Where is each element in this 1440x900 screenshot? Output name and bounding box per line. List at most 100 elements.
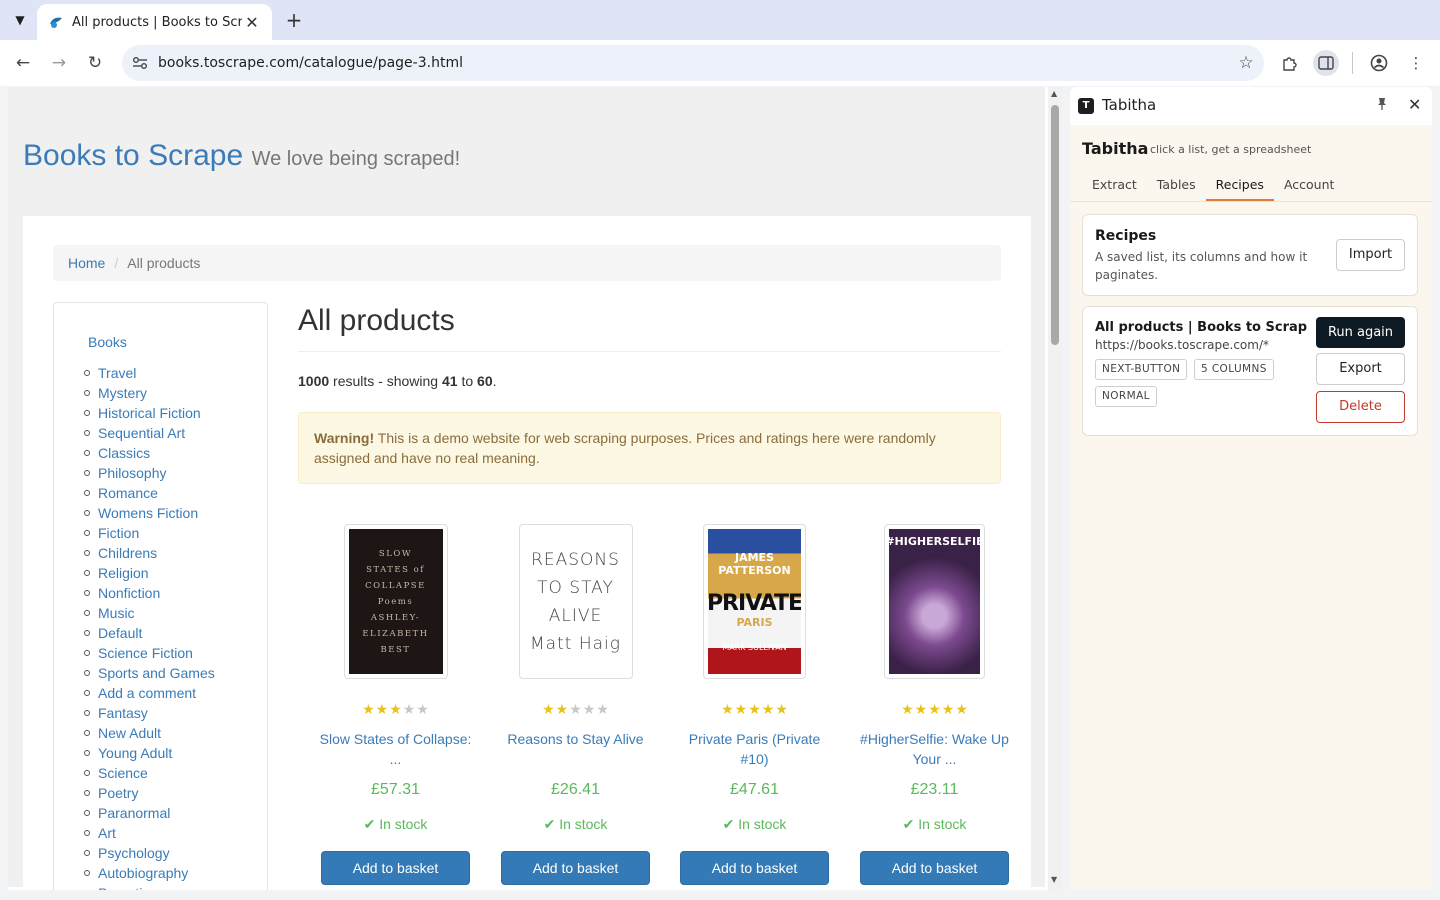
add-to-basket-button[interactable]: Add to basket [501, 851, 650, 885]
scrollbar-thumb[interactable] [1051, 105, 1059, 345]
sidebar-category-science-fiction[interactable]: Science Fiction [84, 643, 215, 663]
forward-button[interactable]: → [47, 51, 71, 75]
product-title-link[interactable]: Reasons to Stay Alive [493, 729, 658, 769]
sidebar-category-sports-and-games[interactable]: Sports and Games [84, 663, 215, 683]
sidebar-category-historical-fiction[interactable]: Historical Fiction [84, 403, 215, 423]
star-icon: ★ [362, 701, 375, 717]
sidebar-category-philosophy[interactable]: Philosophy [84, 463, 215, 483]
side-panel-icon[interactable] [1313, 50, 1339, 76]
panel-tab-account[interactable]: Account [1274, 173, 1344, 201]
panel-tab-extract[interactable]: Extract [1082, 173, 1147, 201]
add-to-basket-button[interactable]: Add to basket [860, 851, 1009, 885]
recipe-chip-mode: NORMAL [1095, 386, 1157, 407]
sidebar-category-childrens[interactable]: Childrens [84, 543, 215, 563]
recipes-heading: Recipes [1095, 228, 1157, 244]
sidebar-category-art[interactable]: Art [84, 823, 215, 843]
sidebar-category-default[interactable]: Default [84, 623, 215, 643]
sidebar-category-add-a-comment[interactable]: Add a comment [84, 683, 215, 703]
tab-close-icon[interactable]: ✕ [242, 13, 262, 32]
reload-button[interactable]: ↻ [83, 51, 107, 75]
page-scrollbar[interactable]: ▲ ▼ [1048, 87, 1062, 890]
breadcrumb-home-link[interactable]: Home [68, 255, 105, 271]
sidebar-category-mystery[interactable]: Mystery [84, 383, 215, 403]
sidebar-category-religion[interactable]: Religion [84, 563, 215, 583]
sidebar-category-new-adult[interactable]: New Adult [84, 723, 215, 743]
sidebar-category-psychology[interactable]: Psychology [84, 843, 215, 863]
url-text: books.toscrape.com/catalogue/page-3.html [158, 55, 463, 71]
breadcrumb: Home / All products [53, 245, 1001, 281]
content-container: Home / All products Books Travel Mystery H… [23, 216, 1031, 890]
product-title-link[interactable]: Slow States of Collapse: ... [313, 729, 478, 769]
page-viewport: Books to Scrape We love being scraped! H… [8, 87, 1062, 890]
page-background: Books to Scrape We love being scraped! H… [8, 87, 1045, 890]
stock-status: In stock [738, 816, 787, 832]
scroll-down-arrow-icon[interactable]: ▼ [1051, 875, 1057, 884]
export-button[interactable]: Export [1316, 353, 1405, 385]
chevron-down-icon: ▼ [15, 13, 25, 27]
sidebar-category-parenting[interactable]: Parenting [98, 883, 215, 890]
product-thumbnail[interactable]: SLOW STATES of COLLAPSE Poems ASHLEY- ELIZABE… [343, 524, 448, 679]
star-icon: ★ [901, 701, 914, 717]
stock-status: In stock [918, 816, 967, 832]
sidebar-category-poetry[interactable]: Poetry [84, 783, 215, 803]
star-icon: ★ [928, 701, 941, 717]
product-thumbnail[interactable]: #HIGHERSELFIE [884, 524, 985, 679]
recipe-card: All products | Books to Scrape - Sandbox… [1082, 306, 1418, 436]
add-to-basket-button[interactable]: Add to basket [321, 851, 470, 885]
star-rating: ★ ★ ★ ★ ★ [852, 701, 1017, 717]
site-tagline: We love being scraped! [251, 148, 461, 170]
run-again-button[interactable]: Run again [1316, 317, 1405, 348]
new-tab-button[interactable]: + [282, 8, 306, 32]
site-brand-link[interactable]: Books to Scrape [23, 139, 243, 172]
sidebar-category-autobiography[interactable]: Autobiography [84, 863, 215, 883]
title-divider [298, 351, 1001, 352]
sidebar-category-music[interactable]: Music [84, 603, 215, 623]
star-icon: ★ [402, 701, 416, 717]
product-card: #HIGHERSELFIE ★ ★ ★ ★ ★ #HigherSelfie: Wake Up… [852, 524, 1017, 885]
sidebar-category-fantasy[interactable]: Fantasy [84, 703, 215, 723]
profile-icon[interactable] [1366, 50, 1392, 76]
sidebar-category-sequential-art[interactable]: Sequential Art [84, 423, 215, 443]
sidebar-category-classics[interactable]: Classics [84, 443, 215, 463]
product-title-link[interactable]: Private Paris (Private #10) [672, 729, 837, 769]
product-title-link[interactable]: #HigherSelfie: Wake Up Your ... [852, 729, 1017, 769]
panel-tab-recipes[interactable]: Recipes [1205, 173, 1274, 201]
sidebar-category-paranormal[interactable]: Paranormal [84, 803, 215, 823]
address-bar[interactable]: books.toscrape.com/catalogue/page-3.html… [122, 45, 1264, 81]
product-thumbnail[interactable]: JAMES PATTERSON PRIVATE PARIS MARK SULLIVAN [703, 524, 806, 679]
sidebar-books-link[interactable]: Books [88, 334, 127, 350]
delete-button[interactable]: Delete [1316, 391, 1405, 423]
star-icon: ★ [955, 701, 968, 717]
sidebar-category-romance[interactable]: Romance [84, 483, 215, 503]
page-title: All products [298, 304, 455, 337]
results-text-b: to [457, 373, 478, 389]
site-info-icon[interactable] [122, 56, 158, 70]
recipe-title: All products | Books to Scrape - Sandbox [1095, 320, 1307, 335]
results-from: 41 [441, 373, 458, 389]
panel-tab-tables[interactable]: Tables [1147, 173, 1206, 201]
add-to-basket-button[interactable]: Add to basket [680, 851, 829, 885]
back-button[interactable]: ← [11, 51, 35, 75]
sidebar-category-young-adult[interactable]: Young Adult [84, 743, 215, 763]
import-button[interactable]: Import [1336, 239, 1405, 271]
scroll-up-arrow-icon[interactable]: ▲ [1051, 89, 1057, 98]
extensions-puzzle-icon[interactable] [1277, 50, 1303, 76]
recipes-intro-card: Recipes A saved list, its columns and ho… [1082, 214, 1418, 296]
side-panel-header: T Tabitha ✕ [1070, 87, 1432, 125]
tab-search-button[interactable]: ▼ [8, 8, 32, 32]
sidebar-category-womens-fiction[interactable]: Womens Fiction [84, 503, 215, 523]
sidebar-category-science[interactable]: Science [84, 763, 215, 783]
star-icon: ★ [941, 701, 955, 717]
sidebar-category-fiction[interactable]: Fiction [84, 523, 215, 543]
sidebar-category-travel[interactable]: Travel [84, 363, 215, 383]
sidebar-category-nonfiction[interactable]: Nonfiction [84, 583, 215, 603]
browser-menu-icon[interactable]: ⋮ [1403, 50, 1429, 76]
star-icon: ★ [721, 701, 734, 717]
bookmark-star-icon[interactable]: ☆ [1228, 53, 1264, 73]
side-panel-close-icon[interactable]: ✕ [1408, 95, 1421, 114]
browser-tab-active[interactable]: All products | Books to Scrape - Sandbox… [37, 4, 272, 40]
product-thumbnail[interactable]: REASONS TO STAY ALIVE Matt Haig [518, 524, 633, 679]
pin-icon[interactable] [1376, 97, 1388, 115]
cover-text: #HIGHERSELFIE [889, 529, 980, 674]
star-icon: ★ [596, 701, 609, 717]
